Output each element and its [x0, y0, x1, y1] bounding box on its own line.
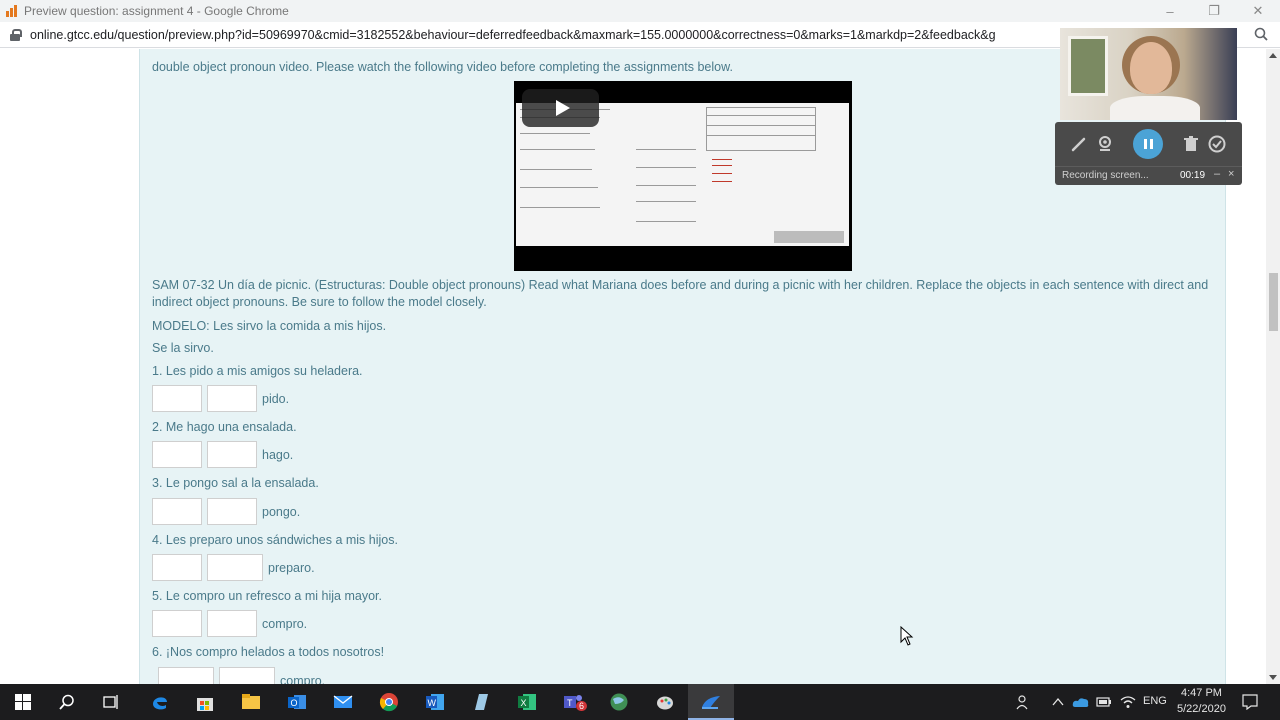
- mail-icon[interactable]: [320, 684, 366, 720]
- paint-app-icon[interactable]: [642, 684, 688, 720]
- scroll-up-icon[interactable]: [1269, 53, 1277, 58]
- instructions-text: SAM 07-32 Un día de picnic. (Estructuras…: [152, 278, 1209, 309]
- scroll-down-icon[interactable]: [1269, 675, 1277, 680]
- restore-window-button[interactable]: ❐: [1192, 0, 1236, 22]
- chevron-up-icon[interactable]: [1052, 697, 1064, 707]
- answer-input-2[interactable]: [219, 667, 275, 684]
- answer-input-2[interactable]: [207, 385, 257, 412]
- window-title: Preview question: assignment 4 - Google …: [24, 4, 289, 18]
- notes-app-icon[interactable]: [458, 684, 504, 720]
- webcam-overlay: [1060, 28, 1237, 120]
- chrome-icon[interactable]: [366, 684, 412, 720]
- answer-row: hago.: [152, 441, 293, 468]
- answer-suffix: compro.: [280, 673, 326, 685]
- word-icon[interactable]: W: [412, 684, 458, 720]
- language-indicator[interactable]: ENG: [1143, 695, 1167, 707]
- trash-icon[interactable]: [1182, 135, 1200, 153]
- model-answer-text: Se la sirvo.: [152, 341, 214, 355]
- answer-suffix: hago.: [262, 447, 294, 462]
- notifications-icon[interactable]: [1242, 694, 1258, 710]
- globe-app-icon[interactable]: [596, 684, 642, 720]
- pen-icon[interactable]: [1070, 135, 1088, 153]
- title-bar: Preview question: assignment 4 - Google …: [0, 0, 1280, 22]
- url-text[interactable]: online.gtcc.edu/question/preview.php?id=…: [30, 28, 1070, 42]
- minimize-window-button[interactable]: –: [1148, 0, 1192, 22]
- answer-row: compro.: [158, 667, 325, 684]
- close-window-button[interactable]: ✕: [1236, 0, 1280, 22]
- onedrive-icon[interactable]: [1072, 696, 1090, 708]
- recording-status: Recording screen...: [1062, 170, 1149, 181]
- mouse-cursor-icon: [900, 626, 914, 646]
- answer-input-1[interactable]: [152, 610, 202, 637]
- answer-suffix: pongo.: [262, 504, 301, 519]
- done-check-icon[interactable]: [1208, 135, 1226, 153]
- svg-text:T: T: [567, 698, 573, 708]
- search-icon[interactable]: [44, 684, 90, 720]
- recorder-minimize-button[interactable]: –: [1214, 168, 1220, 180]
- answer-input-2[interactable]: [207, 610, 257, 637]
- task-view-icon[interactable]: [88, 684, 134, 720]
- recording-time: 00:19: [1180, 170, 1206, 181]
- question-prompt: 4. Les preparo unos sándwiches a mis hij…: [152, 533, 398, 547]
- teams-icon[interactable]: T 6: [550, 684, 596, 720]
- lock-icon[interactable]: [10, 28, 22, 41]
- question-prompt: 1. Les pido a mis amigos su heladera.: [152, 364, 363, 378]
- outlook-icon[interactable]: O: [274, 684, 320, 720]
- answer-suffix: compro.: [262, 616, 308, 631]
- recorder-close-button[interactable]: ×: [1228, 168, 1234, 180]
- wifi-icon[interactable]: [1120, 695, 1136, 709]
- pause-button[interactable]: [1133, 129, 1163, 159]
- start-button-icon[interactable]: [0, 684, 46, 720]
- zoom-icon[interactable]: [1254, 27, 1268, 41]
- answer-row: pongo.: [152, 498, 300, 525]
- svg-text:O: O: [291, 698, 298, 708]
- question-prompt: 2. Me hago una ensalada.: [152, 420, 297, 434]
- answer-input-2[interactable]: [207, 441, 257, 468]
- clock-date[interactable]: 5/22/2020: [1177, 703, 1226, 715]
- answer-suffix: preparo.: [268, 560, 315, 575]
- intro-text: double object pronoun video. Please watc…: [152, 60, 733, 74]
- answer-input-1[interactable]: [152, 441, 202, 468]
- answer-input-1[interactable]: [152, 554, 202, 581]
- svg-text:X: X: [521, 698, 527, 708]
- page-scrollbar[interactable]: [1266, 49, 1280, 684]
- answer-row: preparo.: [152, 554, 315, 581]
- clock-time[interactable]: 4:47 PM: [1181, 687, 1222, 699]
- edge-browser-icon[interactable]: [137, 684, 183, 720]
- answer-row: pido.: [152, 385, 289, 412]
- answer-input-1[interactable]: [158, 667, 214, 684]
- question-prompt: 5. Le compro un refresco a mi hija mayor…: [152, 589, 382, 603]
- model-text: MODELO: Les sirvo la comida a mis hijos.: [152, 319, 387, 333]
- play-button-icon[interactable]: [522, 89, 599, 127]
- answer-input-2[interactable]: [207, 554, 263, 581]
- answer-suffix: pido.: [262, 391, 290, 406]
- question-prompt: 3. Le pongo sal a la ensalada.: [152, 476, 319, 490]
- video-player[interactable]: [514, 81, 852, 271]
- webcam-icon[interactable]: [1096, 135, 1114, 153]
- store-icon[interactable]: [182, 684, 228, 720]
- people-icon[interactable]: [1016, 694, 1032, 710]
- file-explorer-icon[interactable]: [228, 684, 274, 720]
- answer-input-1[interactable]: [152, 498, 202, 525]
- teams-badge: 6: [576, 701, 588, 711]
- battery-icon[interactable]: [1096, 696, 1112, 708]
- answer-input-2[interactable]: [207, 498, 257, 525]
- excel-icon[interactable]: X: [504, 684, 550, 720]
- answer-input-1[interactable]: [152, 385, 202, 412]
- taskbar: O W X T 6 ENG 4:47 PM 5/22/2020: [0, 684, 1280, 720]
- moodle-logo-icon: [6, 5, 20, 17]
- svg-text:W: W: [428, 698, 437, 708]
- question-prompt: 6. ¡Nos compro helados a todos nosotros!: [152, 645, 385, 659]
- answer-row: compro.: [152, 610, 307, 637]
- scrollbar-thumb[interactable]: [1269, 273, 1278, 331]
- screen-recorder-taskbar-icon[interactable]: [688, 684, 734, 720]
- screen-recorder-panel: Recording screen... 00:19 – ×: [1055, 122, 1242, 185]
